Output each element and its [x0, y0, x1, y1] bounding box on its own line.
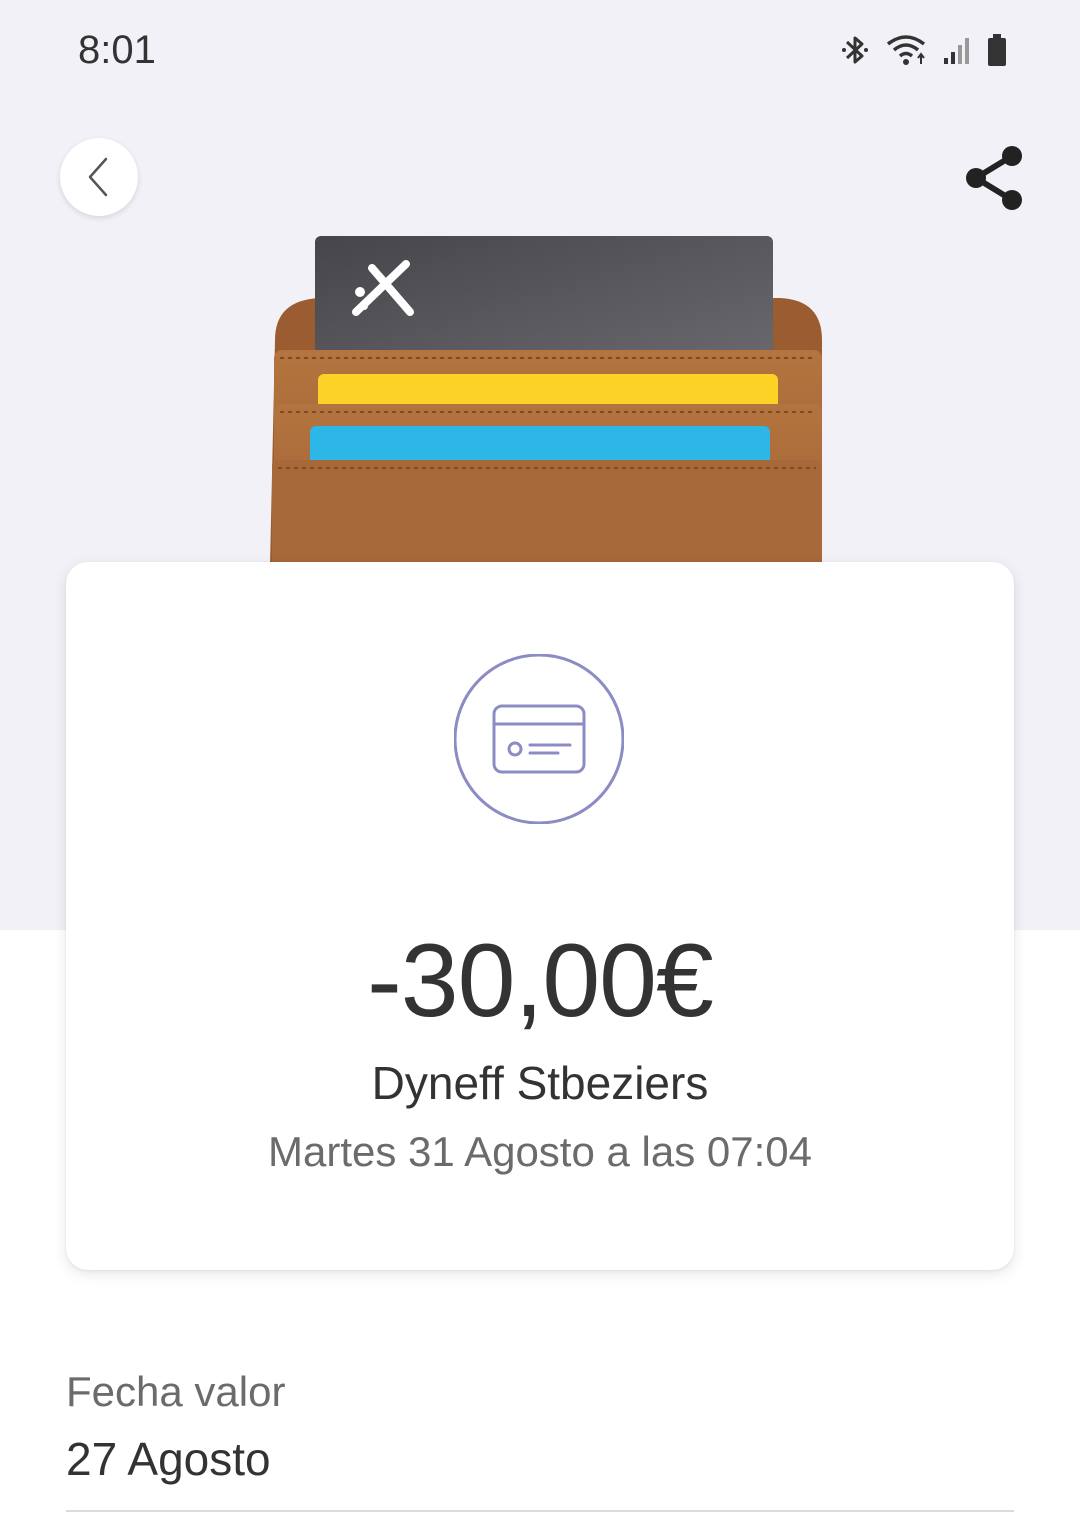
signal-icon [944, 38, 969, 64]
wallet-illustration [260, 230, 840, 565]
merchant-name: Dyneff Stbeziers [371, 1057, 709, 1109]
value-date-label: Fecha valor [66, 1368, 286, 1415]
divider [66, 1510, 1014, 1512]
credit-card-icon [453, 653, 625, 825]
transaction-amount: -30,00€ [367, 923, 714, 1039]
share-button[interactable] [956, 140, 1032, 216]
chevron-left-icon [88, 157, 108, 197]
value-date: 27 Agosto [66, 1433, 271, 1485]
transaction-datetime: Martes 31 Agosto a las 07:04 [267, 1128, 812, 1175]
transaction-card: -30,00€ Dyneff Stbeziers Martes 31 Agost… [66, 562, 1014, 1270]
wifi-icon [886, 35, 926, 65]
bluetooth-icon [842, 36, 868, 64]
status-bar: 8:01 [0, 0, 1080, 100]
battery-icon [988, 34, 1006, 66]
transaction-type-badge [453, 653, 625, 825]
status-icons [840, 30, 1008, 70]
share-icon [966, 146, 1022, 210]
status-time: 8:01 [78, 28, 156, 72]
back-button[interactable] [60, 138, 138, 216]
